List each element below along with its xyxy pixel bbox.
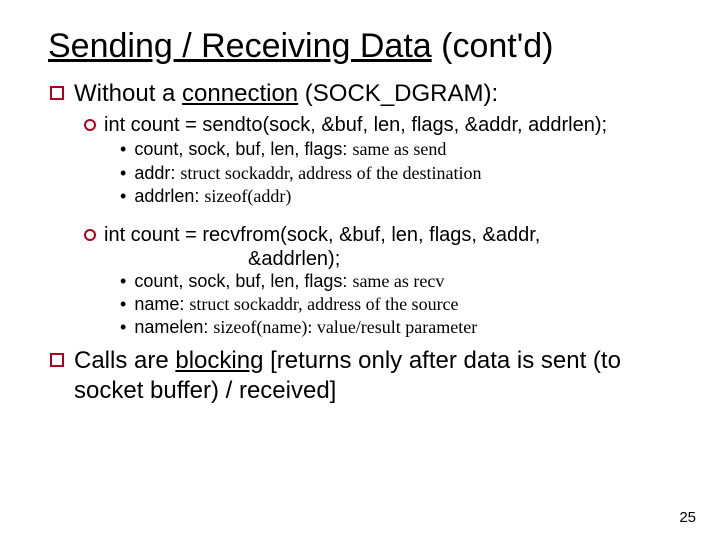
note-row: • namelen: sizeof(name): value/result pa…: [120, 316, 680, 339]
title-suffix: (cont'd): [432, 27, 554, 65]
note-key: name:: [134, 294, 189, 314]
dot-bullet-icon: •: [120, 270, 126, 293]
recvfrom-signature-line1: int count = recvfrom(sock, &buf, len, fl…: [104, 223, 540, 248]
note: count, sock, buf, len, flags: same as re…: [134, 270, 444, 293]
sub-bullet-sendto: int count = sendto(sock, &buf, len, flag…: [84, 113, 680, 138]
recvfrom-signature-line2: &addrlen);: [248, 248, 680, 270]
sendto-signature: int count = sendto(sock, &buf, len, flag…: [104, 113, 607, 138]
text-underline: connection: [182, 80, 298, 107]
bullet-text: Without a connection (SOCK_DGRAM):: [74, 79, 498, 109]
dot-bullet-icon: •: [120, 138, 126, 161]
note: namelen: sizeof(name): value/result para…: [134, 316, 477, 339]
note-row: • addrlen: sizeof(addr): [120, 185, 680, 208]
bullet-blocking: Calls are blocking [returns only after d…: [48, 346, 680, 406]
text: (SOCK_DGRAM):: [298, 80, 498, 107]
note-row: • count, sock, buf, len, flags: same as …: [120, 270, 680, 293]
note-val: same as recv: [352, 271, 444, 291]
note-row: • addr: struct sockaddr, address of the …: [120, 162, 680, 185]
dot-bullet-icon: •: [120, 316, 126, 339]
note-val: sizeof(addr): [204, 186, 291, 206]
dot-bullet-icon: •: [120, 162, 126, 185]
note: addrlen: sizeof(addr): [134, 185, 291, 208]
note-row: • count, sock, buf, len, flags: same as …: [120, 138, 680, 161]
text-underline: blocking: [175, 347, 263, 374]
note-key: count, sock, buf, len, flags:: [134, 139, 352, 159]
note-row: • name: struct sockaddr, address of the …: [120, 293, 680, 316]
note-val: sizeof(name): value/result parameter: [213, 317, 477, 337]
slide-title: Sending / Receiving Data (cont'd): [48, 28, 680, 65]
text: Calls are: [74, 347, 175, 374]
sub-bullet-recvfrom: int count = recvfrom(sock, &buf, len, fl…: [84, 223, 680, 248]
title-main: Sending / Receiving Data: [48, 27, 432, 65]
bullet-text: Calls are blocking [returns only after d…: [74, 346, 680, 406]
bullet-without-connection: Without a connection (SOCK_DGRAM):: [48, 79, 680, 109]
page-number: 25: [679, 509, 696, 526]
note: name: struct sockaddr, address of the so…: [134, 293, 458, 316]
slide: Sending / Receiving Data (cont'd) Withou…: [0, 0, 720, 540]
note: count, sock, buf, len, flags: same as se…: [134, 138, 446, 161]
square-bullet-icon: [50, 353, 64, 367]
text: Without a: [74, 80, 182, 107]
note-key: addr:: [134, 163, 180, 183]
note-val: struct sockaddr, address of the destinat…: [180, 163, 481, 183]
note-key: addrlen:: [134, 186, 204, 206]
dot-bullet-icon: •: [120, 185, 126, 208]
dot-bullet-icon: •: [120, 293, 126, 316]
note-key: namelen:: [134, 317, 213, 337]
note-key: count, sock, buf, len, flags:: [134, 271, 352, 291]
square-bullet-icon: [50, 86, 64, 100]
note: addr: struct sockaddr, address of the de…: [134, 162, 481, 185]
circle-bullet-icon: [84, 119, 96, 131]
circle-bullet-icon: [84, 229, 96, 241]
note-val: struct sockaddr, address of the source: [189, 294, 458, 314]
note-val: same as send: [352, 139, 446, 159]
